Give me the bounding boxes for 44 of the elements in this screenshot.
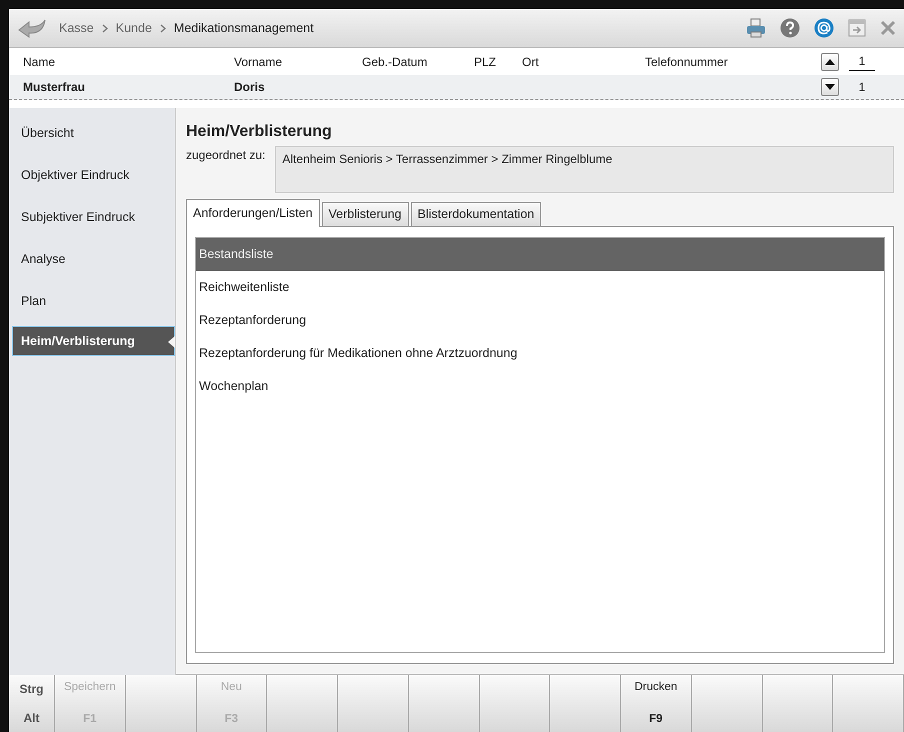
sidebar-item[interactable]: Übersicht [12,116,175,158]
breadcrumb-link[interactable]: Kunde [116,18,152,38]
function-key-button[interactable]: Drucken F9 [621,675,692,732]
sidebar-item[interactable]: Analyse [12,242,175,284]
assigned-field: Altenheim Senioris > Terrassenzimmer > Zimmer Ringelblume [275,146,894,193]
scroll-up-button[interactable] [821,52,839,70]
list-item[interactable]: Reichweitenliste [196,270,884,304]
tab[interactable]: Verblisterung [322,202,408,226]
column-header: Name [22,54,56,70]
column-header: Ort [522,54,540,70]
list-item[interactable]: Rezeptanforderung für Medikationen ohne Arztzuordnung [196,336,884,370]
column-header: Telefonnummer [645,54,729,70]
field-label: zugeordnet zu: [186,147,266,164]
window-icon[interactable] [848,19,866,37]
column-header: Geb.-Datum [362,54,428,70]
sidebar-item[interactable]: Heim/Verblisterung [12,326,175,356]
counter: 1 [849,52,875,71]
printer-icon[interactable] [746,18,766,38]
tab[interactable]: Anforderungen/Listen [186,199,320,227]
counter: 1 [858,79,866,96]
breadcrumb-link[interactable]: Kasse [59,18,94,38]
scroll-down-button[interactable] [821,78,839,96]
close-icon[interactable] [880,20,896,36]
table-cell-text: Musterfrau [22,79,86,96]
back-icon[interactable] [17,18,47,38]
function-key-button: Speichern F1 [55,675,126,732]
sidebar-item[interactable]: Objektiver Eindruck [12,158,175,200]
tab[interactable]: Blisterdokumentation [410,202,542,226]
help-icon[interactable] [780,18,800,38]
triangle-up-icon [825,58,835,64]
list-item[interactable]: Rezeptanforderung [196,304,884,337]
sidebar-item[interactable]: Subjektiver Eindruck [12,200,175,242]
function-key-button: Neu F3 [196,675,268,732]
table-cell-text: Doris [234,79,266,96]
list-item[interactable]: Wochenplan [196,370,884,403]
section-title: Heim/Verblisterung [186,122,333,142]
column-header: Vorname [234,54,284,70]
list-item[interactable]: Bestandsliste [196,238,884,271]
modifier-key-label: Alt [24,710,40,727]
at-sign-icon[interactable] [814,18,834,38]
column-header: PLZ [474,54,498,70]
sidebar-item[interactable]: Plan [12,284,175,326]
triangle-down-icon [825,84,835,90]
modifier-key-label: Strg [20,681,44,698]
